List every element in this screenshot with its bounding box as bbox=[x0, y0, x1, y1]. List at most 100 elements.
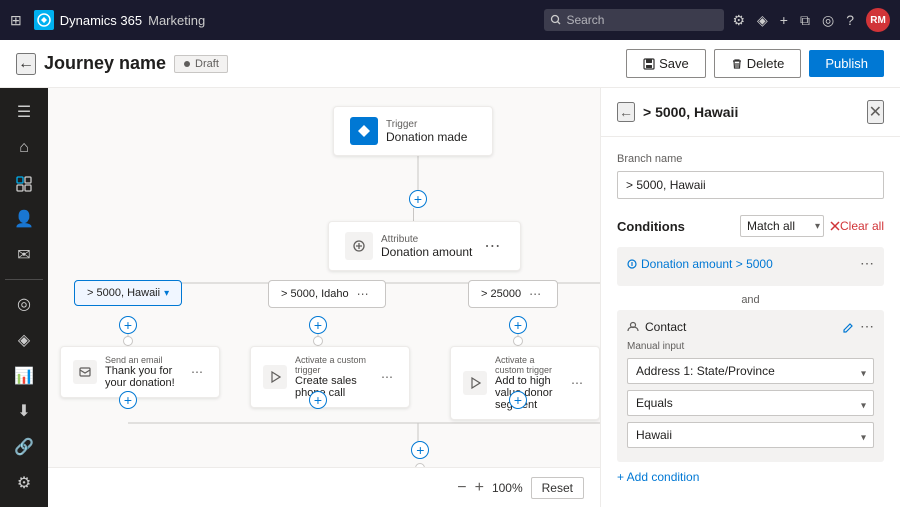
help-icon[interactable]: ? bbox=[846, 12, 854, 28]
branch-idaho[interactable]: > 5000, Idaho ⋯ bbox=[268, 280, 386, 308]
state-field[interactable]: Address 1: State/Province bbox=[627, 358, 874, 384]
sidebar-item-journey[interactable] bbox=[6, 168, 42, 200]
sidebar-item-home[interactable]: ⌂ bbox=[6, 132, 42, 164]
action-2-text: Activate a custom trigger Create sales p… bbox=[295, 355, 369, 399]
connector-dot-3 bbox=[513, 336, 523, 346]
grid-icon[interactable]: ⊞ bbox=[10, 12, 22, 29]
sidebar-item-contacts[interactable]: 👤 bbox=[6, 203, 42, 235]
attribute-icon bbox=[345, 232, 373, 260]
sidebar-item-links[interactable]: 🔗 bbox=[6, 431, 42, 463]
publish-button[interactable]: Publish bbox=[809, 50, 884, 77]
contact-more[interactable]: ⋯ bbox=[860, 318, 874, 335]
add-below-1[interactable]: + bbox=[119, 391, 137, 409]
action-1-text: Send an email Thank you for your donatio… bbox=[105, 355, 179, 389]
clear-x-icon bbox=[830, 221, 840, 231]
delete-button[interactable]: Delete bbox=[714, 49, 802, 78]
plus-icon[interactable]: + bbox=[780, 12, 788, 28]
state-field-wrap: Address 1: State/Province bbox=[627, 358, 874, 390]
avatar[interactable]: RM bbox=[866, 8, 890, 32]
search-input[interactable] bbox=[544, 9, 724, 31]
add-action-3[interactable]: + bbox=[509, 316, 527, 334]
back-button[interactable]: ← bbox=[16, 53, 36, 75]
trigger-node[interactable]: Trigger Donation made bbox=[333, 106, 493, 156]
and-label: and bbox=[617, 294, 884, 306]
left-sidebar: ☰ ⌂ 👤 ✉ ◎ ◈ 📊 ⬇ 🔗 ⚙ bbox=[0, 88, 48, 507]
panel-body: Branch name Conditions Match all Match a… bbox=[601, 137, 900, 507]
attribute-more-btn[interactable]: ⋯ bbox=[480, 236, 504, 256]
add-below-3[interactable]: + bbox=[509, 391, 527, 409]
zoom-out-button[interactable]: − bbox=[457, 479, 466, 497]
zoom-reset-button[interactable]: Reset bbox=[531, 477, 584, 499]
contact-row: Contact ⋯ bbox=[627, 318, 874, 335]
action-1-container: Send an email Thank you for your donatio… bbox=[60, 346, 220, 398]
status-badge: Draft bbox=[174, 55, 228, 73]
manual-input-label: Manual input bbox=[627, 341, 874, 352]
connector-dot-2 bbox=[313, 336, 323, 346]
action-2-more[interactable]: ⋯ bbox=[377, 370, 397, 384]
add-condition-button[interactable]: + Add condition bbox=[617, 470, 699, 484]
panel-back-button[interactable]: ← bbox=[617, 102, 635, 122]
sidebar-item-segments[interactable]: ◎ bbox=[6, 288, 42, 320]
action-3-more[interactable]: ⋯ bbox=[567, 376, 587, 390]
add-step-button-1[interactable]: + bbox=[409, 190, 427, 208]
action-3-text: Activate a custom trigger Add to high va… bbox=[495, 355, 559, 411]
condition-1-link[interactable]: Donation amount > 5000 bbox=[641, 257, 773, 271]
sidebar-divider-1 bbox=[5, 279, 43, 280]
branch-25000-more[interactable]: ⋯ bbox=[525, 287, 545, 301]
panel-header: ← > 5000, Hawaii ✕ bbox=[601, 88, 900, 137]
branch-25000-container: > 25000 ⋯ bbox=[468, 280, 558, 308]
trigger-node-text: Trigger Donation made bbox=[386, 119, 467, 144]
branch-25000[interactable]: > 25000 ⋯ bbox=[468, 280, 558, 308]
action-3-icon bbox=[463, 371, 487, 395]
save-button[interactable]: Save bbox=[626, 49, 706, 78]
condition-2: Contact ⋯ Manual input Address 1: State/… bbox=[617, 310, 884, 462]
hawaii-field[interactable]: Hawaii bbox=[627, 422, 874, 448]
contact-icon bbox=[627, 321, 639, 333]
action-1-icon bbox=[73, 360, 97, 384]
top-nav: ⊞ Dynamics 365 Marketing ⚙ ◈ + ⧉ ◎ ? RM bbox=[0, 0, 900, 40]
brand-module: Marketing bbox=[148, 13, 205, 28]
main-layout: ☰ ⌂ 👤 ✉ ◎ ◈ 📊 ⬇ 🔗 ⚙ bbox=[0, 88, 900, 507]
contact-edit-icon[interactable] bbox=[842, 321, 854, 333]
add-action-2[interactable]: + bbox=[309, 316, 327, 334]
brand-icon bbox=[34, 10, 54, 30]
clear-all-button[interactable]: Clear all bbox=[840, 219, 884, 233]
branch-hawaii[interactable]: > 5000, Hawaii ▾ bbox=[74, 280, 182, 306]
panel-title: > 5000, Hawaii bbox=[643, 104, 859, 120]
panel-close-button[interactable]: ✕ bbox=[867, 100, 884, 124]
condition-1-row: Donation amount > 5000 ⋯ bbox=[627, 255, 874, 272]
nav-icons: ⚙ ◈ + ⧉ ◎ ? RM bbox=[732, 8, 890, 32]
attribute-node[interactable]: Attribute Donation amount ⋯ bbox=[328, 221, 521, 271]
action-1-more[interactable]: ⋯ bbox=[187, 365, 207, 379]
canvas-bottom-bar: − + 100% Reset bbox=[48, 467, 600, 507]
sidebar-item-download[interactable]: ⬇ bbox=[6, 396, 42, 428]
equals-field-wrap: Equals bbox=[627, 390, 874, 422]
gear-icon[interactable]: ◎ bbox=[822, 12, 834, 29]
add-below-2[interactable]: + bbox=[309, 391, 327, 409]
sidebar-item-menu[interactable]: ☰ bbox=[6, 96, 42, 128]
brand-logo: Dynamics 365 Marketing bbox=[34, 10, 205, 30]
attribute-node-text: Attribute Donation amount bbox=[381, 234, 472, 259]
branch-idaho-more[interactable]: ⋯ bbox=[353, 287, 373, 301]
connector-dot-1 bbox=[123, 336, 133, 346]
filter-icon[interactable]: ⧉ bbox=[800, 12, 810, 29]
action-node-1[interactable]: Send an email Thank you for your donatio… bbox=[60, 346, 220, 398]
zoom-in-button[interactable]: + bbox=[475, 479, 484, 497]
condition-1-more[interactable]: ⋯ bbox=[860, 255, 874, 272]
bell-icon[interactable]: ◈ bbox=[757, 12, 768, 29]
sidebar-item-analytics[interactable]: 📊 bbox=[6, 360, 42, 392]
sidebar-item-email[interactable]: ✉ bbox=[6, 239, 42, 271]
add-action-1[interactable]: + bbox=[119, 316, 137, 334]
sidebar-item-leads[interactable]: ◈ bbox=[6, 324, 42, 356]
attribute-node-container: Attribute Donation amount ⋯ bbox=[328, 221, 521, 271]
settings-icon[interactable]: ⚙ bbox=[732, 12, 745, 29]
branch-name-input[interactable] bbox=[617, 171, 884, 199]
sidebar-item-settings[interactable]: ⚙ bbox=[6, 467, 42, 499]
add-before-exit[interactable]: + bbox=[411, 441, 429, 459]
equals-field[interactable]: Equals bbox=[627, 390, 874, 416]
page-title: Journey name bbox=[44, 53, 166, 74]
conditions-title: Conditions bbox=[617, 219, 740, 234]
action-node-2[interactable]: Activate a custom trigger Create sales p… bbox=[250, 346, 410, 408]
condition-icon bbox=[627, 259, 637, 269]
match-all-select[interactable]: Match all Match any bbox=[740, 215, 824, 237]
